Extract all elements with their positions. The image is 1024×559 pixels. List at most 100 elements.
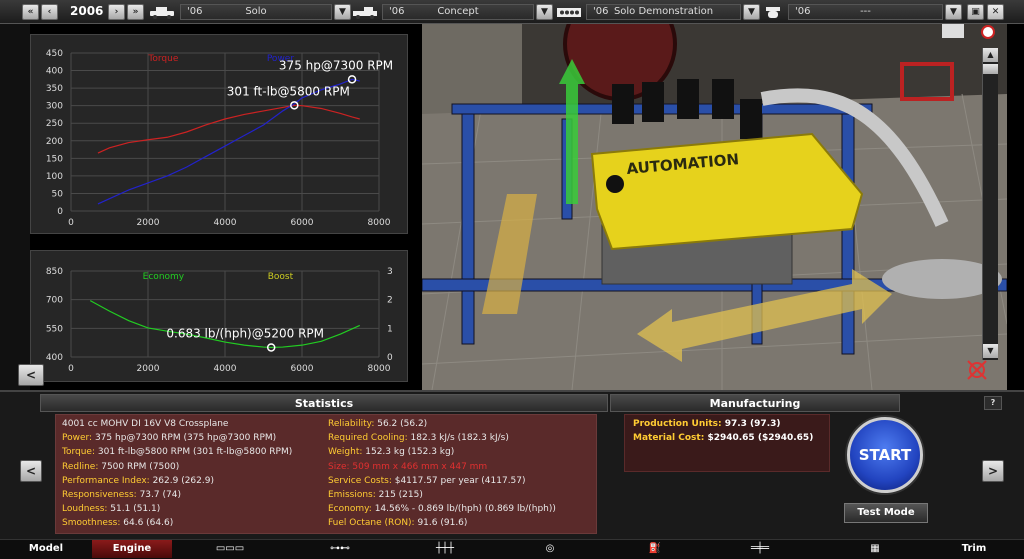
stat-row: Responsiveness: 73.7 (74): [62, 490, 181, 500]
turbo-icon[interactable]: ◎: [510, 540, 590, 558]
stat-row: Economy: 14.56% - 0.869 lb/(hph) (0.869 …: [328, 504, 556, 514]
variant-select[interactable]: '06 ---: [788, 4, 943, 20]
chevron-left-icon[interactable]: <: [18, 364, 44, 386]
stat-value: 152.3 kg (152.3 kg): [365, 447, 455, 458]
stat-value: 4001 cc MOHV DI 16V V8 Crossplane: [62, 419, 229, 429]
camera-icon[interactable]: [942, 24, 964, 38]
nav-tab-model[interactable]: Model: [0, 540, 92, 558]
stat-label: Economy:: [328, 504, 375, 515]
y-tick-label: 350: [46, 84, 63, 94]
engine-select[interactable]: '06 Solo Demonstration: [586, 4, 741, 20]
stat-row: Fuel Octane (RON): 91.6 (91.6): [328, 518, 467, 528]
stat-value: 14.56% - 0.869 lb/(hph) (0.869 lb/(hph)): [374, 504, 556, 515]
y2-tick-label: 2: [387, 296, 393, 306]
x-tick-label: 8000: [368, 218, 391, 228]
engine-block-icon[interactable]: ▭▭▭: [190, 540, 270, 558]
stat-label: Loudness:: [62, 504, 111, 515]
y-tick-label: 450: [46, 49, 63, 59]
dropdown-icon[interactable]: ▼: [536, 4, 553, 20]
save-icon[interactable]: ▣: [967, 4, 984, 20]
legend-boost: Boost: [268, 272, 294, 282]
stat-value: 262.9 (262.9): [152, 475, 214, 486]
chevron-double-left-icon[interactable]: «: [22, 4, 39, 20]
test-mode-button[interactable]: Test Mode: [844, 503, 928, 523]
manufacturing-value: $2940.65 ($2940.65): [707, 433, 814, 443]
y-tick-label: 150: [46, 154, 63, 164]
stat-row: Power: 375 hp@7300 RPM (375 hp@7300 RPM): [62, 433, 276, 443]
manufacturing-header: Manufacturing: [610, 394, 900, 412]
chevron-down-icon[interactable]: ▼: [983, 344, 998, 358]
dropdown-icon[interactable]: ▼: [743, 4, 760, 20]
stat-label: Redline:: [62, 461, 102, 472]
start-button[interactable]: START: [847, 417, 923, 493]
y2-tick-label: 0: [387, 353, 393, 363]
statistics-box: [55, 414, 597, 534]
stat-label: Size:: [328, 461, 353, 472]
stat-row: Size: 509 mm x 466 mm x 447 mm: [328, 462, 487, 472]
crankshaft-icon[interactable]: ⊶⊷: [300, 540, 380, 558]
stat-value: 51.1 (51.1): [110, 504, 161, 515]
chevron-double-right-icon[interactable]: »: [127, 4, 144, 20]
stat-row: Weight: 152.3 kg (152.3 kg): [328, 447, 454, 457]
x-tick-label: 0: [68, 364, 74, 374]
stat-value: 7500 RPM (7500): [101, 461, 180, 472]
stat-row: Required Cooling: 182.3 kJ/s (182.3 kJ/s…: [328, 433, 509, 443]
engine-name: Solo Demonstration: [613, 6, 714, 17]
close-icon[interactable]: ✕: [987, 4, 1004, 20]
peak-label: 0.683 lb/(hph)@5200 RPM: [166, 326, 324, 340]
torque-power-chart-panel: 0 50 100 150 200 250 300 350 400 450 0 2000 4000 600…: [30, 34, 408, 234]
cylinder-head-icon[interactable]: ┼┼┼: [405, 540, 485, 558]
model-select[interactable]: '06 Solo: [180, 4, 332, 20]
x-tick-label: 8000: [368, 364, 391, 374]
series-line-torque: [97, 104, 360, 154]
dropdown-icon[interactable]: ▼: [945, 4, 962, 20]
y-tick-label: 400: [46, 67, 63, 77]
stat-value: 91.6 (91.6): [417, 518, 468, 529]
y2-tick-label: 3: [387, 267, 393, 277]
chevron-up-icon[interactable]: ▲: [983, 48, 998, 62]
stat-row: Performance Index: 262.9 (262.9): [62, 476, 214, 486]
help-button[interactable]: ?: [984, 396, 1002, 410]
scroll-thumb[interactable]: [983, 64, 998, 74]
exhaust-icon[interactable]: ═╪═: [720, 540, 800, 558]
engine-3d-viewport[interactable]: AUTOMATION: [422, 24, 1007, 390]
stat-label: Responsiveness:: [62, 490, 140, 500]
stat-row: Redline: 7500 RPM (7500): [62, 462, 179, 472]
y-tick-label: 200: [46, 137, 63, 147]
stat-label: Reliability:: [328, 419, 378, 429]
peak-label: 301 ft-lb@5800 RPM: [227, 84, 350, 98]
trim-select[interactable]: '06 Concept: [382, 4, 534, 20]
manufacturing-label: Production Units:: [633, 419, 725, 429]
stat-row: Reliability: 56.2 (56.2): [328, 419, 427, 429]
economy-boost-chart: 400 550 700 850 0 1 2 3 0 2000 4000 6000 8000 Econ…: [46, 267, 393, 374]
manufacturing-value: 97.3 (97.3): [724, 419, 781, 429]
stat-value: 215 (215): [378, 490, 423, 500]
torque-power-chart: 0 50 100 150 200 250 300 350 400 450 0 2000 4000 600…: [46, 49, 393, 228]
dropdown-icon[interactable]: ▼: [334, 4, 351, 20]
reset-view-icon[interactable]: [967, 360, 987, 380]
stat-label: Smoothness:: [62, 518, 124, 529]
top-bar: « ‹ 2006 › » '06 Solo ▼ '06 Concept ▼ '0…: [0, 0, 1024, 24]
nav-tab-engine[interactable]: Engine: [92, 540, 172, 558]
x-tick-label: 0: [68, 218, 74, 228]
record-icon[interactable]: [981, 25, 995, 39]
x-tick-label: 6000: [291, 218, 314, 228]
y-tick-label: 300: [46, 102, 63, 112]
stat-row: 4001 cc MOHV DI 16V V8 Crossplane: [62, 419, 228, 429]
stat-row: Service Costs: $4117.57 per year (4117.5…: [328, 476, 526, 486]
stat-value: 509 mm x 466 mm x 447 mm: [352, 461, 488, 472]
ecu-icon[interactable]: ▦: [835, 540, 915, 558]
chevron-right-icon[interactable]: >: [982, 460, 1004, 482]
fuel-system-icon[interactable]: ⛽: [615, 540, 695, 558]
y-tick-label: 0: [57, 207, 63, 217]
chevron-left-icon[interactable]: <: [20, 460, 42, 482]
nav-tab-trim[interactable]: Trim: [924, 540, 1024, 558]
viewport-scrollbar[interactable]: ▲ ▼: [982, 48, 998, 360]
y-tick-label: 100: [46, 172, 63, 182]
stat-label: Torque:: [62, 447, 98, 458]
chevron-left-icon[interactable]: ‹: [41, 4, 58, 20]
left-strip: [0, 24, 30, 390]
stat-label: Required Cooling:: [328, 433, 411, 444]
chevron-right-icon[interactable]: ›: [108, 4, 125, 20]
y2-tick-label: 1: [387, 324, 393, 334]
